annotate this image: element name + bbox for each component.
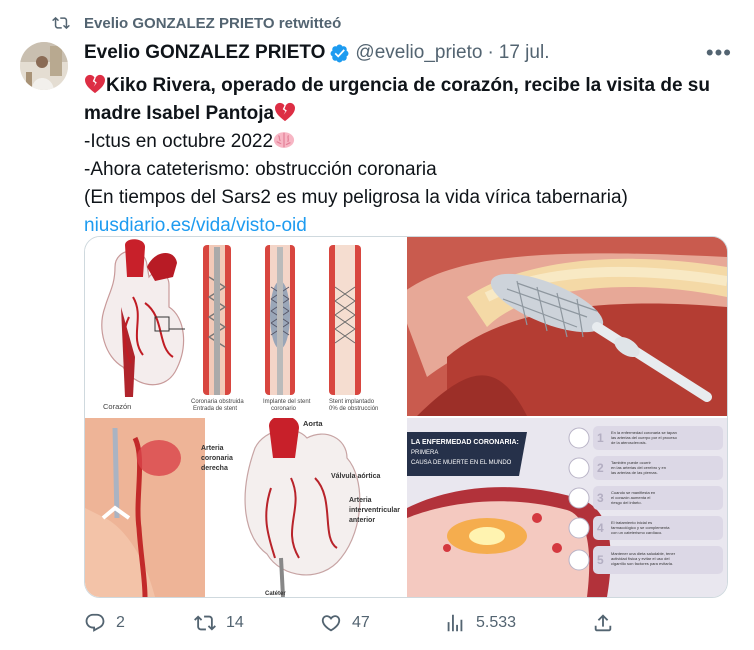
more-options-icon[interactable]: ••• [706,40,732,66]
media-tile-stent-3d[interactable] [407,237,727,416]
tweet-line: -Ahora cateterismo: obstrucción coronari… [84,159,437,180]
reply-button[interactable]: 2 [84,612,125,634]
avatar[interactable] [20,42,68,90]
reply-count: 2 [116,614,125,631]
step-1-number: 1 [597,431,604,445]
media-tile-anatomy[interactable]: Aorta Arteria coronaria derecha Válvula aó… [85,418,405,597]
verified-badge-icon [330,44,349,62]
heart-icon [321,615,341,632]
retweet-icon [194,615,216,631]
stent-stages-illustration: Corazón Coronaria obstruida Entrada de st… [101,239,378,412]
label-catheter: Catéter [265,591,286,597]
step-2-number: 2 [597,461,604,475]
caption-implant: Implante del stent coronario [263,399,311,412]
infographic-title: LA ENFERMEDAD CORONARIA: [411,439,519,446]
tweet-title: Kiko Rivera, operado de urgencia de cora… [84,72,724,128]
media-grid[interactable]: Corazón Coronaria obstruida Entrada de st… [84,236,728,598]
media-tile-stent-stages[interactable]: Corazón Coronaria obstruida Entrada de st… [85,237,405,416]
caption-implanted: Stent implantado 0% de obstrucción [329,399,378,412]
share-icon [594,614,612,632]
retweet-count: 14 [226,614,244,631]
tweet-body: Kiko Rivera, operado de urgencia de cora… [84,72,724,240]
reply-icon [85,613,105,632]
step-4-number: 4 [597,521,604,535]
views-button[interactable]: 5.533 [444,612,516,634]
tweet-header: Evelio GONZALEZ PRIETO @evelio_prieto · … [84,42,730,64]
views-count: 5.533 [476,614,517,631]
tweet-line-1: -Ictus en octubre 2022 [84,131,274,152]
retweet-button[interactable]: 14 [194,612,244,634]
step-5-number: 5 [597,553,604,567]
author-name[interactable]: Evelio GONZALEZ PRIETO [84,42,325,64]
tweet-date[interactable]: 17 jul. [499,42,550,64]
like-button[interactable]: 47 [320,612,370,634]
share-button[interactable] [592,612,614,634]
broken-heart-icon [275,102,296,122]
retweet-text: Evelio GONZALEZ PRIETO retwitteó [84,14,342,32]
infographic-illustration: LA ENFERMEDAD CORONARIA: PRIMERA CAUSA DE… [407,418,727,597]
caption-heart: Corazón [103,402,131,411]
tweet-line: (En tiempos del Sars2 es muy peligrosa l… [84,187,628,208]
retweet-icon [52,16,70,30]
like-count: 47 [352,614,370,631]
label-aorta: Aorta [303,419,323,428]
tweet-title-text: Kiko Rivera, operado de urgencia de cora… [84,75,710,124]
brain-icon [273,132,295,148]
broken-heart-icon [85,74,105,94]
stent-3d-illustration [407,237,727,416]
media-tile-infographic[interactable]: LA ENFERMEDAD CORONARIA: PRIMERA CAUSA DE… [407,418,727,597]
step-3-number: 3 [597,491,604,505]
author-handle[interactable]: @evelio_prieto [355,42,482,64]
tweet-action-bar: 2 14 47 5.533 [84,612,624,640]
label-aortic-valve: Válvula aórtica [331,473,381,480]
analytics-icon [447,614,463,632]
tweet-line: -Ictus en octubre 2022 [84,128,724,156]
caption-obstructed: Coronaria obstruida Entrada de stent [191,399,244,412]
avatar-image [20,42,68,90]
anatomy-illustration: Aorta Arteria coronaria derecha Válvula aó… [85,418,405,597]
retweet-indicator[interactable]: Evelio GONZALEZ PRIETO retwitteó [52,14,341,32]
separator-dot: · [487,42,494,63]
step-5-text: Mantener una dieta saludable, tener activ… [611,551,676,566]
